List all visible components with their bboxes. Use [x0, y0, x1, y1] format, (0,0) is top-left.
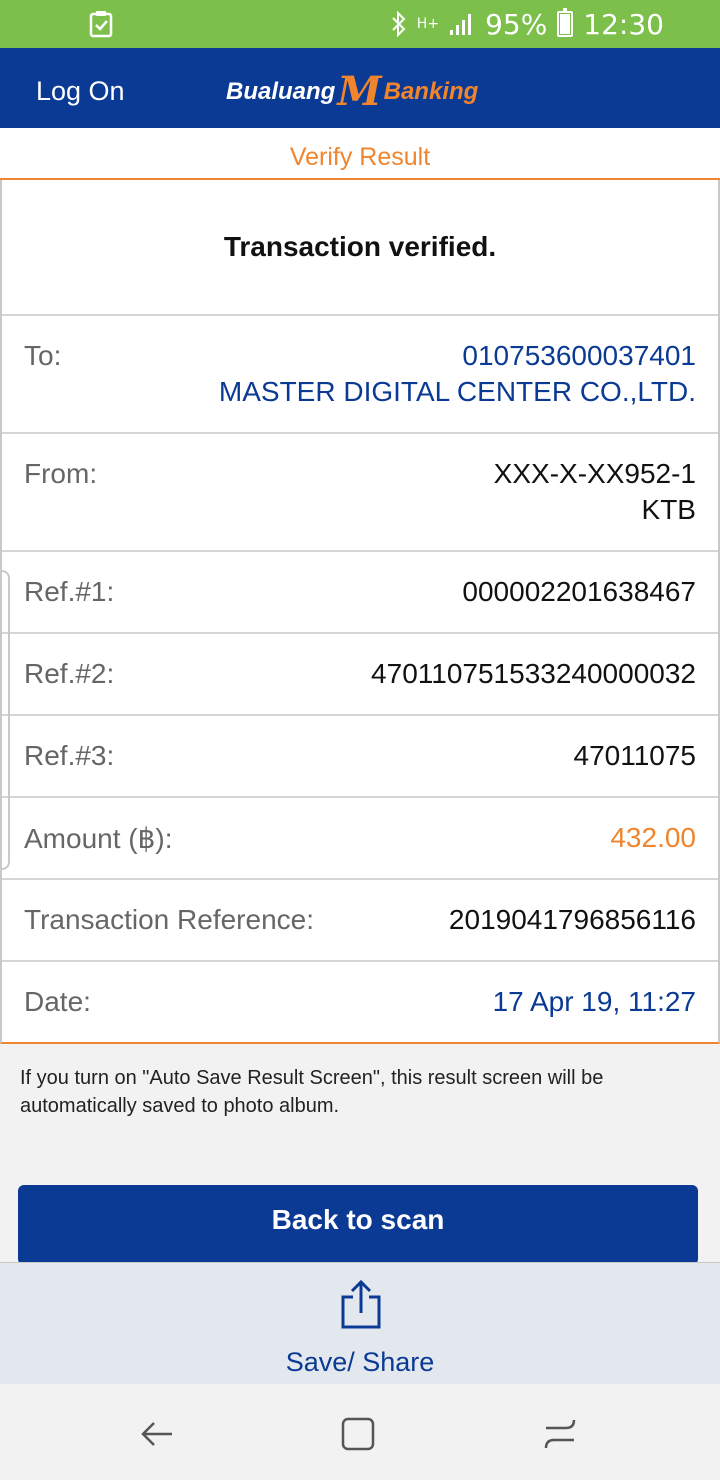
navigation-bar [0, 1384, 720, 1480]
status-indicators: H+ 95% 12:30 [391, 6, 664, 42]
to-value: 010753600037401 MASTER DIGITAL CENTER CO… [219, 338, 696, 410]
row-ref2: Ref.#2: 470110751533240000032 [2, 634, 718, 716]
row-ref1: Ref.#1: 000002201638467 [2, 552, 718, 634]
ref3-label: Ref.#3: [24, 740, 115, 771]
log-on-link[interactable]: Log On [36, 76, 125, 107]
date-value: 17 Apr 19, 11:27 [492, 986, 696, 1017]
row-amount: Amount (฿): 432.00 [2, 798, 718, 880]
row-ref3: Ref.#3: 47011075 [2, 716, 718, 798]
network-type: H+ [416, 16, 440, 32]
transaction-reference-label: Transaction Reference: [24, 904, 314, 935]
row-from: From: XXX-X-XX952-1 KTB [2, 434, 718, 552]
result-card: Transaction verified. To: 01075360003740… [0, 180, 720, 1044]
from-value: XXX-X-XX952-1 KTB [494, 456, 696, 528]
to-label: To: [24, 340, 62, 371]
auto-save-info: If you turn on "Auto Save Result Screen"… [20, 1067, 604, 1117]
clock: 12:30 [583, 7, 664, 41]
edge-panel-handle[interactable] [0, 570, 10, 870]
verified-message: Transaction verified. [2, 180, 718, 316]
recents-icon[interactable] [540, 1414, 580, 1454]
back-arrow-icon[interactable] [138, 1414, 178, 1454]
amount-value: 432.00 [610, 822, 696, 853]
from-account: XXX-X-XX952-1 [493, 458, 696, 489]
save-share-label: Save/ Share [285, 1347, 435, 1377]
date-label: Date: [24, 986, 91, 1017]
from-label: From: [24, 458, 98, 489]
bluetooth-icon [392, 11, 406, 37]
from-bank: KTB [641, 494, 696, 525]
status-bar: H+ 95% 12:30 [0, 0, 720, 48]
ref2-label: Ref.#2: [24, 658, 115, 689]
row-to: To: 010753600037401 MASTER DIGITAL CENTE… [2, 316, 718, 434]
bualuang-mbanking-logo: Bualuang M Banking [226, 68, 479, 115]
home-icon[interactable] [338, 1414, 378, 1454]
transaction-reference-value: 2019041796856116 [448, 904, 696, 935]
save-share-button[interactable]: Save/ Share [0, 1262, 720, 1384]
ref3-value: 47011075 [573, 740, 697, 771]
page-title: Verify Result [289, 143, 431, 171]
row-date: Date: 17 Apr 19, 11:27 [2, 962, 718, 1042]
ref1-value: 000002201638467 [462, 576, 696, 607]
app-header: Log On Bualuang M Banking [0, 48, 720, 128]
verify-result-bar: Verify Result [0, 128, 720, 180]
battery-icon [557, 8, 574, 37]
ref2-value: 470110751533240000032 [371, 658, 696, 689]
share-icon [341, 1279, 381, 1329]
to-name: MASTER DIGITAL CENTER CO.,LTD. [218, 376, 696, 407]
row-transaction-reference: Transaction Reference: 2019041796856116 [2, 880, 718, 962]
to-account: 010753600037401 [462, 340, 696, 371]
ref1-label: Ref.#1: [24, 576, 115, 607]
battery-percent: 95% [485, 7, 548, 41]
back-to-scan-button[interactable]: Back to scan [18, 1185, 698, 1265]
amount-label: Amount (฿): [24, 823, 173, 854]
clipboard-check-icon [89, 11, 113, 38]
signal-icon [450, 14, 472, 35]
